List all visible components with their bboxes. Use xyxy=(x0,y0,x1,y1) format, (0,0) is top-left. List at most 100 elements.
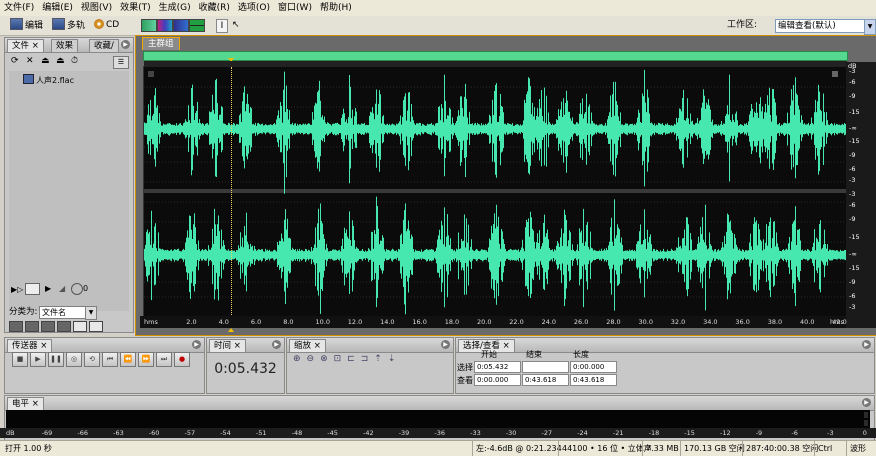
panel-menu-icon[interactable]: ▶ xyxy=(862,398,871,407)
play-file-icon[interactable]: ▶▷ xyxy=(11,285,23,294)
filter-list-icon[interactable] xyxy=(89,321,103,332)
autoplay-file-icon[interactable]: ▶ xyxy=(45,284,51,293)
clip-indicator-right[interactable] xyxy=(864,420,868,426)
playhead-bottom-marker-icon[interactable] xyxy=(228,328,234,332)
waveform-display[interactable] xyxy=(143,61,848,318)
rewind-button[interactable]: ⏪ xyxy=(120,352,136,367)
tab-time[interactable]: 时间 × xyxy=(209,339,246,352)
close-icon[interactable]: × xyxy=(234,341,241,351)
menu-item[interactable]: 视图(V) xyxy=(77,0,116,16)
go-to-start-button[interactable]: ⏮ xyxy=(102,352,118,367)
filter-loop-icon[interactable] xyxy=(25,321,39,332)
view-start-field[interactable]: 0:00.000 xyxy=(474,374,521,386)
tab-transport[interactable]: 传送器 × xyxy=(7,339,53,352)
tab-levels[interactable]: 电平 × xyxy=(7,397,44,410)
menu-item[interactable]: 选项(O) xyxy=(234,0,274,16)
menu-item[interactable]: 窗口(W) xyxy=(274,0,316,16)
sort-value: 文件名 xyxy=(42,308,66,317)
insert-multitrack-icon[interactable]: ⏏ xyxy=(41,56,53,66)
sort-dropdown-icon[interactable]: ▼ xyxy=(85,306,97,320)
volume-icon[interactable]: ◢ xyxy=(59,284,65,293)
tab-favorites[interactable]: 收藏/ xyxy=(89,39,119,52)
multitrack-view-button[interactable]: 多轨 xyxy=(50,18,85,33)
panel-menu-icon[interactable]: ▶ xyxy=(192,340,201,349)
files-panel: 文件 × 效果 收藏/ ▶ ⟳ ✕ ⏏ ⏏ ⏱ ☰ 人声2.flac ▶▷ ▶ … xyxy=(4,37,134,333)
overview-bar[interactable] xyxy=(143,51,848,61)
filter-midi-icon[interactable] xyxy=(57,321,71,332)
show-list-icon[interactable]: ☰ xyxy=(113,56,129,69)
db-tick-label: -3 xyxy=(849,176,856,184)
selection-length-field[interactable]: 0:00.000 xyxy=(570,361,617,373)
spectral-pan-icon[interactable] xyxy=(173,19,189,32)
close-icon[interactable]: × xyxy=(40,341,47,351)
waveform-view-icon[interactable] xyxy=(141,19,157,32)
menu-item[interactable]: 收藏(R) xyxy=(195,0,234,16)
time-select-tool-icon[interactable]: I xyxy=(216,19,228,33)
view-length-field[interactable]: 0:43.618 xyxy=(570,374,617,386)
move-tool-icon[interactable]: ↖ xyxy=(232,19,244,31)
zoom-out-horizontal-icon[interactable]: ⊖ xyxy=(307,354,321,364)
selection-start-field[interactable]: 0:05.432 xyxy=(474,361,521,373)
meter-tick-label: -6 xyxy=(791,429,798,437)
menu-item[interactable]: 生成(G) xyxy=(155,0,195,16)
tab-effects[interactable]: 效果 xyxy=(51,39,79,52)
close-icon[interactable]: × xyxy=(32,41,39,51)
status-ctrl: Ctrl xyxy=(814,441,832,456)
zoom-in-vertical-icon[interactable]: ⇡ xyxy=(374,354,388,364)
edit-view-button[interactable]: 编辑 xyxy=(8,18,43,33)
workspace-select[interactable]: 编辑查看(默认) xyxy=(775,19,866,33)
close-icon[interactable]: × xyxy=(314,341,321,351)
insert-cd-icon[interactable]: ⏏ xyxy=(56,56,68,66)
stop-button[interactable]: ■ xyxy=(12,352,28,367)
pause-button[interactable]: ❚❚ xyxy=(48,352,64,367)
menu-item[interactable]: 文件(F) xyxy=(0,0,38,16)
waveform-svg xyxy=(144,69,847,315)
tab-files[interactable]: 文件 × xyxy=(7,39,44,52)
play-from-cursor-button[interactable]: ◎ xyxy=(66,352,82,367)
volume-knob-icon[interactable] xyxy=(71,283,83,295)
clip-indicator-left[interactable] xyxy=(864,412,868,418)
zoom-left-edge-icon[interactable]: ⊏ xyxy=(347,354,361,364)
workspace-dropdown-icon[interactable]: ▼ xyxy=(864,19,876,35)
panel-menu-icon[interactable]: ▶ xyxy=(862,340,871,349)
fast-forward-button[interactable]: ⏩ xyxy=(138,352,154,367)
filter-audio-icon[interactable] xyxy=(9,321,23,332)
menu-item[interactable]: 帮助(H) xyxy=(316,0,356,16)
record-button[interactable]: ● xyxy=(174,352,190,367)
zoom-selection-icon[interactable]: ⊡ xyxy=(334,354,348,364)
close-file-icon[interactable]: ✕ xyxy=(26,56,38,66)
filter-folder-icon[interactable] xyxy=(73,321,87,332)
go-to-end-button[interactable]: ⏭ xyxy=(156,352,172,367)
zoom-right-edge-icon[interactable]: ⊐ xyxy=(361,354,375,364)
selection-end-field[interactable] xyxy=(522,361,569,373)
panel-menu-icon[interactable]: ▶ xyxy=(272,340,281,349)
close-icon[interactable]: × xyxy=(503,341,510,351)
filter-video-icon[interactable] xyxy=(41,321,55,332)
meter-tick-label: -9 xyxy=(755,429,763,437)
autoplay-icon[interactable]: ⏱ xyxy=(71,56,83,66)
zoom-out-full-icon[interactable]: ⊗ xyxy=(320,354,334,364)
zoom-out-vertical-icon[interactable]: ⇣ xyxy=(388,354,402,364)
time-tick-label: 22.0 xyxy=(509,318,524,326)
tab-main-group[interactable]: 主群组 xyxy=(142,37,180,50)
meter-tick-label: -27 xyxy=(541,429,553,437)
loop-button[interactable]: ⟲ xyxy=(84,352,100,367)
spectral-view-icon[interactable] xyxy=(157,19,173,32)
sort-label: 分类为: xyxy=(9,307,38,317)
loop-icon[interactable] xyxy=(25,283,40,295)
import-file-icon[interactable]: ⟳ xyxy=(11,56,23,66)
cd-view-button[interactable]: CD xyxy=(92,18,119,33)
list-item[interactable]: 人声2.flac xyxy=(23,74,74,85)
db-tick-label: -9 xyxy=(849,278,856,286)
panel-menu-icon[interactable]: ▶ xyxy=(441,340,450,349)
db-tick-label: -6 xyxy=(849,292,856,300)
menu-item[interactable]: 效果(T) xyxy=(116,0,155,16)
zoom-in-horizontal-icon[interactable]: ⊕ xyxy=(293,354,307,364)
phase-view-icon[interactable] xyxy=(189,19,205,32)
close-icon[interactable]: × xyxy=(32,399,39,409)
menu-item[interactable]: 编辑(E) xyxy=(38,0,77,16)
tab-zoom[interactable]: 缩放 × xyxy=(289,339,326,352)
panel-menu-icon[interactable]: ▶ xyxy=(121,40,130,49)
view-end-field[interactable]: 0:43.618 xyxy=(522,374,569,386)
play-button[interactable]: ▶ xyxy=(30,352,46,367)
